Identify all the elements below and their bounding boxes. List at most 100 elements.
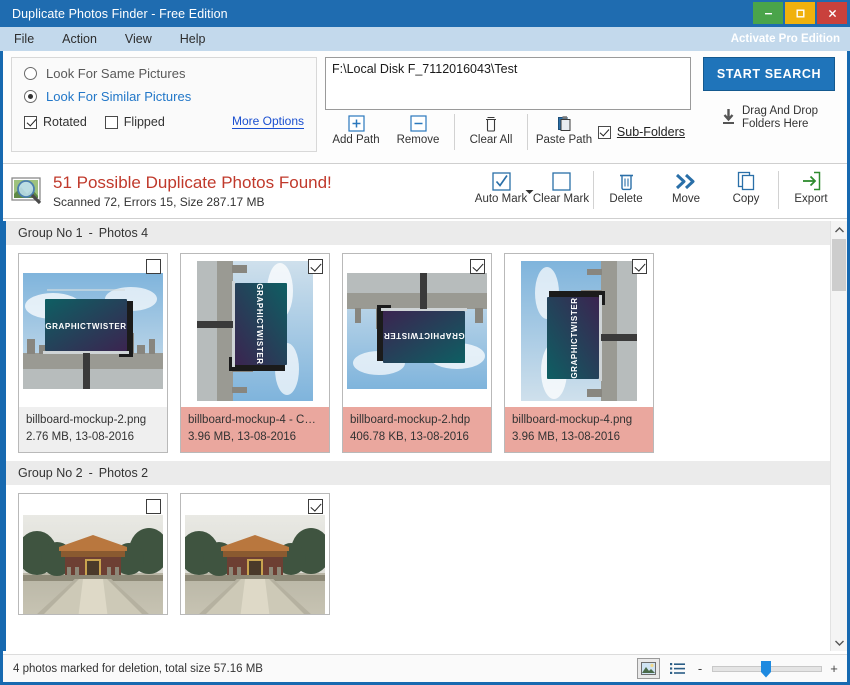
group-2-separator: -: [83, 466, 99, 480]
menu-view[interactable]: View: [111, 27, 166, 51]
subfolders-checkbox[interactable]: [598, 126, 611, 139]
scroll-up-arrow-icon[interactable]: [831, 221, 847, 238]
photo-card[interactable]: GRAPHICTWISTER billboard-mockup-2.hdp 40…: [342, 253, 492, 453]
paste-path-button[interactable]: Paste Path: [533, 114, 595, 146]
start-search-column: START SEARCH Drag And Drop Folders Here: [699, 57, 839, 163]
picture-match-options: Look For Same Pictures Look For Similar …: [11, 57, 317, 152]
more-options-link[interactable]: More Options: [232, 115, 304, 129]
zoom-slider[interactable]: [712, 666, 822, 672]
activate-pro-edition-link[interactable]: Activate Pro Edition: [731, 33, 840, 45]
photo-card[interactable]: GRAPHICTWISTER billboard-mockup-4.png 3.…: [504, 253, 654, 453]
photo-select-checkbox[interactable]: [146, 259, 161, 274]
menu-file[interactable]: File: [0, 27, 48, 51]
radio-same-label: Look For Same Pictures: [46, 66, 185, 81]
photo-select-checkbox[interactable]: [470, 259, 485, 274]
photo-card[interactable]: [180, 493, 330, 615]
move-button[interactable]: Move: [656, 168, 716, 205]
photo-caption: billboard-mockup-2.hdp 406.78 KB, 13-08-…: [343, 407, 491, 452]
zoom-out-button[interactable]: -: [695, 661, 705, 676]
zoom-slider-knob[interactable]: [761, 661, 771, 678]
title-bar: Duplicate Photos Finder - Free Edition: [0, 0, 850, 27]
scroll-down-arrow-icon[interactable]: [831, 634, 847, 651]
download-arrow-icon: [720, 107, 737, 130]
photo-card[interactable]: GRAPHICTWISTER billboard-mockup-2.png 2.…: [18, 253, 168, 453]
photo-thumbnail-image: GRAPHICTWISTER: [23, 261, 163, 401]
results-summary: 51 Possible Duplicate Photos Found! Scan…: [53, 173, 332, 209]
photo-caption: billboard-mockup-4.png 3.96 MB, 13-08-20…: [505, 407, 653, 452]
remove-path-label: Remove: [397, 134, 440, 146]
trash-icon: [617, 168, 636, 194]
action-separator-1: [593, 171, 594, 209]
empty-box-icon: [552, 168, 571, 194]
group-2-name: Group No 2: [18, 466, 83, 480]
radio-similar-pictures[interactable]: Look For Similar Pictures: [24, 89, 304, 104]
copy-button[interactable]: Copy: [716, 168, 776, 205]
maximize-button[interactable]: [785, 2, 815, 24]
clear-mark-button[interactable]: Clear Mark: [531, 168, 591, 205]
clear-all-label: Clear All: [470, 134, 513, 146]
photo-select-checkbox[interactable]: [146, 499, 161, 514]
path-toolbar: Add Path Remove Clear All: [325, 114, 691, 158]
menu-help[interactable]: Help: [166, 27, 220, 51]
match-modifier-row: Rotated Flipped More Options: [24, 115, 304, 129]
window-title: Duplicate Photos Finder - Free Edition: [0, 7, 228, 21]
drag-drop-line1: Drag And Drop: [742, 105, 818, 117]
chevron-down-icon[interactable]: [525, 184, 534, 198]
add-path-button[interactable]: Add Path: [325, 114, 387, 146]
auto-mark-button[interactable]: Auto Mark: [471, 168, 531, 205]
scrollbar-thumb[interactable]: [832, 239, 846, 291]
path-list-input[interactable]: F:\Local Disk F_7112016043\Test: [325, 57, 691, 110]
photo-thumbnail-wrap: GRAPHICTWISTER: [181, 254, 329, 407]
subfolders-label-text: Sub-Folders: [617, 125, 685, 139]
photo-caption: billboard-mockup-2.png 2.76 MB, 13-08-20…: [19, 407, 167, 452]
radio-same-pictures[interactable]: Look For Same Pictures: [24, 66, 304, 81]
svg-text:GRAPHICTWISTER: GRAPHICTWISTER: [45, 322, 126, 331]
photo-select-checkbox[interactable]: [308, 499, 323, 514]
duplicates-found-title: 51 Possible Duplicate Photos Found!: [53, 173, 332, 193]
subfolders-option[interactable]: Sub-Folders: [598, 125, 685, 139]
start-search-button[interactable]: START SEARCH: [703, 57, 835, 91]
export-label: Export: [794, 193, 827, 205]
thumbnail-view-icon[interactable]: [637, 658, 660, 679]
list-view-icon[interactable]: [667, 659, 688, 678]
results-area: Group No 1 - Photos 4: [3, 221, 847, 651]
remove-path-button[interactable]: Remove: [387, 114, 449, 146]
add-path-label: Add Path: [332, 134, 379, 146]
minimize-icon: [763, 8, 774, 19]
group-2-thumbnails: [6, 485, 830, 623]
status-view-controls: - +: [637, 658, 839, 679]
group-2-count: Photos 2: [99, 466, 148, 480]
svg-text:GRAPHICTWISTER: GRAPHICTWISTER: [570, 297, 579, 378]
move-label: Move: [672, 193, 700, 205]
status-message: 4 photos marked for deletion, total size…: [13, 663, 263, 675]
drag-drop-text: Drag And Drop Folders Here: [742, 105, 818, 131]
action-separator-2: [778, 171, 779, 209]
rotated-checkbox[interactable]: [24, 116, 37, 129]
export-button[interactable]: Export: [781, 168, 841, 205]
flipped-label: Flipped: [124, 115, 165, 129]
menu-action[interactable]: Action: [48, 27, 111, 51]
zoom-in-button[interactable]: +: [829, 661, 839, 676]
application-window: Duplicate Photos Finder - Free Edition F…: [0, 0, 850, 685]
results-vertical-scrollbar[interactable]: [830, 221, 847, 651]
photo-card[interactable]: [18, 493, 168, 615]
double-chevron-right-icon: [675, 168, 697, 194]
photo-thumbnail-image: GRAPHICTWISTER: [347, 261, 487, 401]
close-button[interactable]: [817, 2, 847, 24]
minimize-button[interactable]: [753, 2, 783, 24]
drag-drop-hint[interactable]: Drag And Drop Folders Here: [720, 105, 818, 131]
delete-button[interactable]: Delete: [596, 168, 656, 205]
flipped-checkbox[interactable]: [105, 116, 118, 129]
photo-select-checkbox[interactable]: [632, 259, 647, 274]
photo-select-checkbox[interactable]: [308, 259, 323, 274]
radio-same-icon: [24, 67, 37, 80]
results-header: 51 Possible Duplicate Photos Found! Scan…: [3, 163, 847, 219]
photo-thumbnail-image: [23, 501, 163, 616]
clear-all-button[interactable]: Clear All: [460, 114, 522, 146]
rotated-label: Rotated: [43, 115, 87, 129]
photo-filename: billboard-mockup-2.hdp: [350, 413, 484, 428]
results-scroll-viewport: Group No 1 - Photos 4: [6, 221, 830, 651]
clipboard-icon: [556, 114, 572, 133]
photo-card[interactable]: GRAPHICTWISTER billboard-mockup-4 - Cop.…: [180, 253, 330, 453]
paste-path-label: Paste Path: [536, 134, 592, 146]
